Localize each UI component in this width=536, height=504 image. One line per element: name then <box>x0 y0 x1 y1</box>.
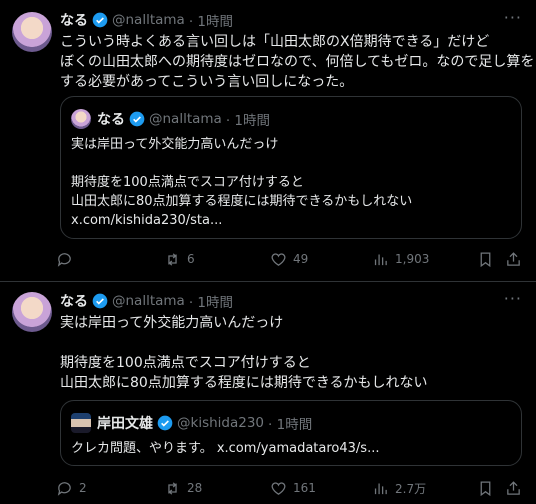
tweet-text: 実は岸田って外交能力高いんだっけ 期待度を100点満点でスコア付けすると 山田太… <box>60 313 526 393</box>
quote-avatar <box>71 413 91 433</box>
heart-icon <box>271 252 286 266</box>
tweet-header: なる @nalltama · 1時間 <box>60 291 233 311</box>
quote-timestamp: · 1時間 <box>268 417 313 433</box>
bookmark-icon <box>480 251 491 267</box>
like-count: 49 <box>293 252 309 266</box>
quote-text-line <box>71 154 511 173</box>
verified-badge-icon <box>92 293 108 309</box>
quote-link[interactable]: x.com/kishida230/sta... <box>71 211 511 230</box>
verified-badge-icon <box>129 111 145 127</box>
tweet-text-line <box>60 333 526 353</box>
quoted-tweet[interactable]: なる @nalltama · 1時間 実は岸田って外交能力高いんだっけ 期待度を… <box>60 96 522 239</box>
avatar[interactable] <box>12 12 52 52</box>
share-button[interactable] <box>505 478 528 498</box>
repost-button[interactable]: 6 <box>164 249 195 269</box>
quote-header: なる @nalltama · 1時間 <box>97 109 270 129</box>
tweet-text-line: こういう時よくある言い回しは「山田太郎のX倍期待できる」だけど <box>60 34 490 50</box>
tweet-text-line: 期待度を100点満点でスコア付けすると <box>60 355 311 371</box>
quote-text-line: 実は岸田って外交能力高いんだっけ <box>71 137 279 152</box>
timestamp[interactable]: · 1時間 <box>189 291 233 311</box>
tweet-text-line: する必要があってこういう言い回しになった。 <box>60 74 354 90</box>
author-handle[interactable]: @nalltama <box>112 12 185 28</box>
quote-text: クレカ問題、やります。 x.com/yamadataro43/s... <box>71 439 511 458</box>
quote-avatar <box>71 109 91 129</box>
quote-author-name: 岸田文雄 <box>97 416 153 432</box>
bookmark-button[interactable] <box>477 478 500 498</box>
like-button[interactable]: 161 <box>270 478 316 498</box>
quote-text: 実は岸田って外交能力高いんだっけ 期待度を100点満点でスコア付けすると 山田太… <box>71 135 511 230</box>
author-name[interactable]: なる <box>60 10 88 30</box>
tweet-text-line: 実は岸田って外交能力高いんだっけ <box>60 315 284 331</box>
avatar[interactable] <box>12 292 52 332</box>
reply-button[interactable] <box>56 249 79 269</box>
action-bar: 2 28 161 2.7万 <box>56 478 526 498</box>
reply-icon <box>57 252 71 267</box>
reply-icon <box>57 481 71 496</box>
quote-timestamp: · 1時間 <box>225 113 270 129</box>
bookmark-icon <box>480 480 491 496</box>
bookmark-button[interactable] <box>477 249 500 269</box>
tweet[interactable]: なる @nalltama · 1時間 ··· 実は岸田って外交能力高いんだっけ … <box>0 283 536 504</box>
author-handle[interactable]: @nalltama <box>112 293 185 309</box>
like-count: 161 <box>293 481 316 495</box>
views-count: 2.7万 <box>395 481 427 496</box>
repost-button[interactable]: 28 <box>164 478 202 498</box>
quote-header: 岸田文雄 @kishida230 · 1時間 <box>97 413 312 433</box>
tweet[interactable]: なる @nalltama · 1時間 ··· こういう時よくある言い回しは「山田… <box>0 0 536 282</box>
action-bar: 6 49 1,903 <box>56 249 526 269</box>
more-options-icon[interactable]: ··· <box>504 289 522 308</box>
reply-count: 2 <box>79 481 87 495</box>
tweet-header: なる @nalltama · 1時間 <box>60 10 233 30</box>
tweet-text: こういう時よくある言い回しは「山田太郎のX倍期待できる」だけど ぼくの山田太郎へ… <box>60 32 535 92</box>
tweet-text-line: ぼくの山田太郎への期待度はゼロなので、何倍してもゼロ。なので足し算を <box>60 54 535 70</box>
more-options-icon[interactable]: ··· <box>504 8 522 27</box>
reply-button[interactable]: 2 <box>56 478 87 498</box>
quoted-tweet[interactable]: 岸田文雄 @kishida230 · 1時間 クレカ問題、やります。 x.com… <box>60 400 522 466</box>
repost-icon <box>168 481 177 495</box>
verified-badge-icon <box>157 415 173 431</box>
repost-count: 6 <box>187 252 195 266</box>
views-chart-icon <box>374 254 387 265</box>
repost-icon <box>168 252 177 266</box>
timestamp[interactable]: · 1時間 <box>189 10 233 30</box>
views-chart-icon <box>374 483 387 494</box>
tweet-text-line: 山田太郎に80点加算する程度には期待できるかもしれない <box>60 375 428 391</box>
repost-count: 28 <box>187 481 203 495</box>
heart-icon <box>271 481 286 495</box>
verified-badge-icon <box>92 12 108 28</box>
author-name[interactable]: なる <box>60 291 88 311</box>
share-icon <box>507 251 520 266</box>
quote-author-handle: @nalltama <box>149 111 222 127</box>
share-icon <box>507 480 520 495</box>
quote-text-line: クレカ問題、やります。 x.com/yamadataro43/s... <box>71 441 380 456</box>
share-button[interactable] <box>505 249 528 269</box>
views-button[interactable]: 2.7万 <box>372 478 426 498</box>
views-button[interactable]: 1,903 <box>372 249 429 269</box>
views-count: 1,903 <box>395 252 430 266</box>
like-button[interactable]: 49 <box>270 249 308 269</box>
quote-text-line: 期待度を100点満点でスコア付けすると <box>71 175 304 190</box>
quote-author-name: なる <box>97 112 125 128</box>
quote-text-line: 山田太郎に80点加算する程度には期待できるかもしれない <box>71 194 413 209</box>
quote-author-handle: @kishida230 <box>177 415 265 431</box>
